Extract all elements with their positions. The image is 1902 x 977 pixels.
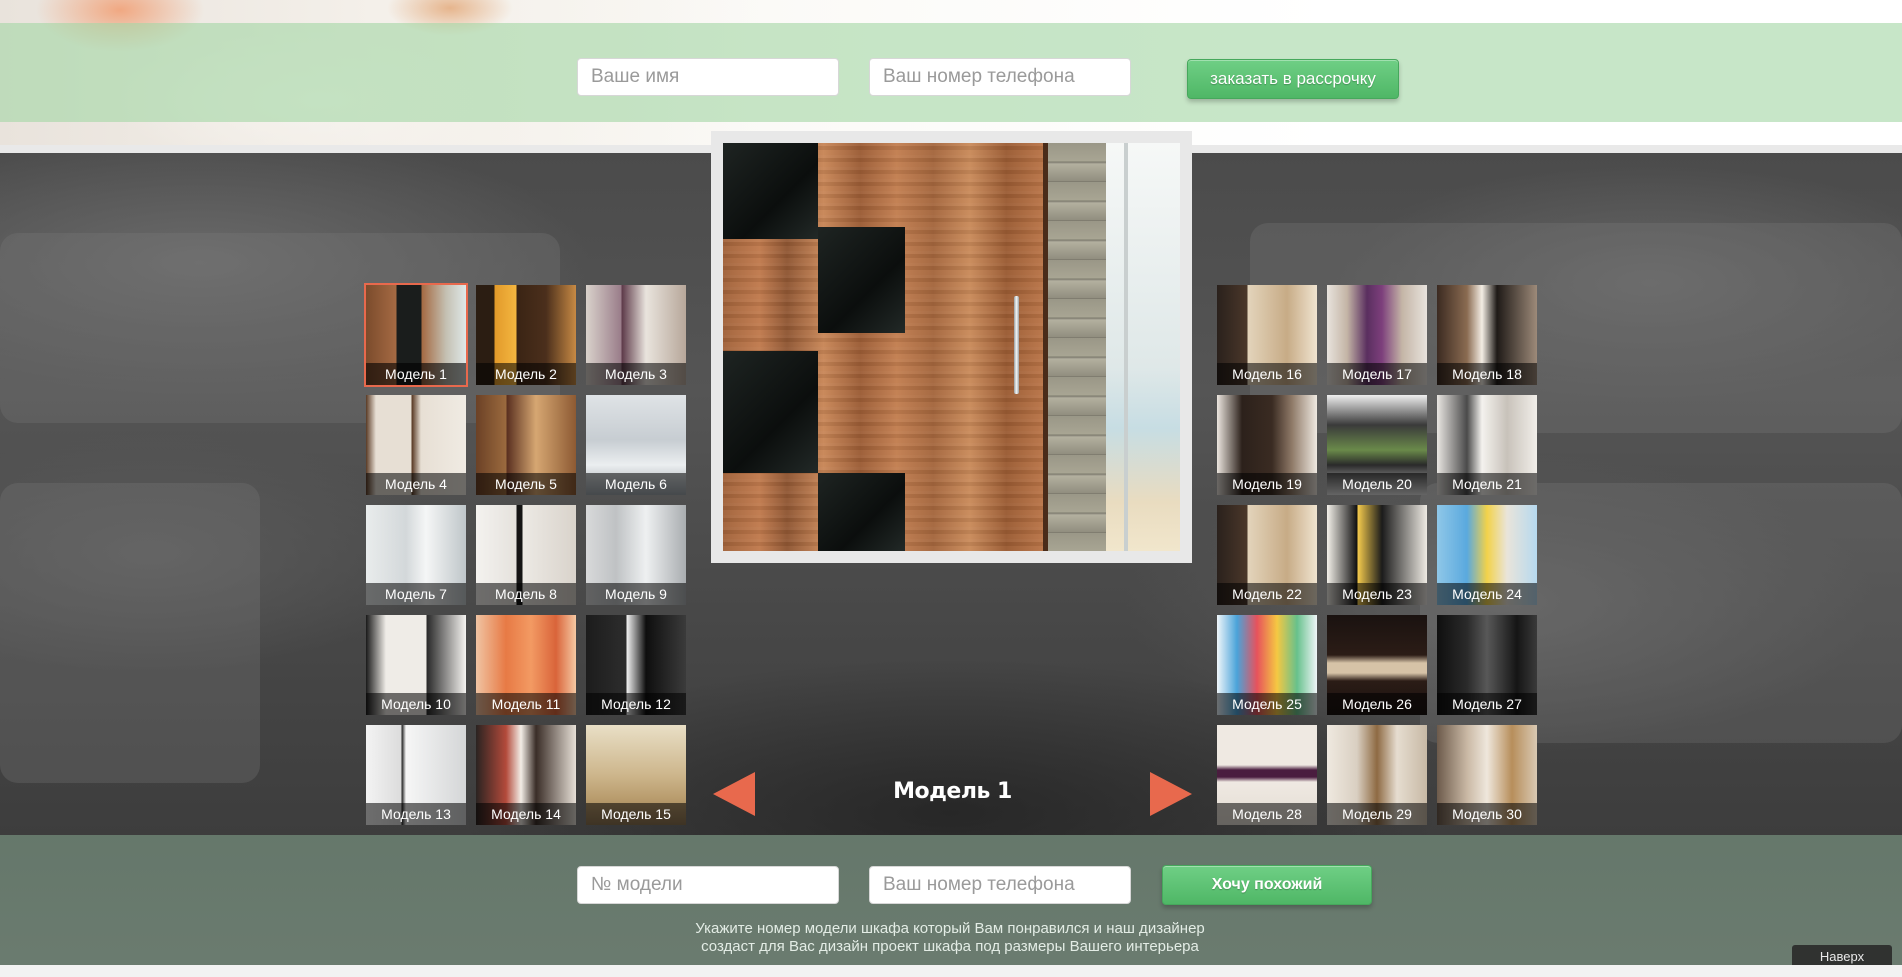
background-armrest (0, 483, 260, 783)
thumbnail-left-6[interactable]: Модель 6 (586, 395, 686, 495)
thumbnail-left-7[interactable]: Модель 7 (366, 505, 466, 605)
thumbnail-label: Модель 2 (476, 363, 576, 385)
thumbnail-right-5[interactable]: Модель 20 (1327, 395, 1427, 495)
current-model-caption: Модель 1 (893, 779, 1012, 804)
thumbnail-left-9[interactable]: Модель 9 (586, 505, 686, 605)
thumbnail-label: Модель 23 (1327, 583, 1427, 605)
thumbnail-label: Модель 20 (1327, 473, 1427, 495)
thumbnail-right-8[interactable]: Модель 23 (1327, 505, 1427, 605)
glass-panel (723, 143, 818, 239)
glass-panel (723, 351, 818, 473)
thumbnail-right-12[interactable]: Модель 27 (1437, 615, 1537, 715)
thumbnail-label: Модель 26 (1327, 693, 1427, 715)
thumbnail-label: Модель 27 (1437, 693, 1537, 715)
thumbnail-label: Модель 22 (1217, 583, 1317, 605)
previous-arrow-icon[interactable] (713, 772, 755, 816)
thumbnail-label: Модель 13 (366, 803, 466, 825)
thumbnail-right-10[interactable]: Модель 25 (1217, 615, 1317, 715)
want-similar-button[interactable]: Хочу похожий (1162, 865, 1372, 905)
thumbnail-left-3[interactable]: Модель 3 (586, 285, 686, 385)
model-number-input[interactable] (577, 866, 839, 904)
thumbnail-right-7[interactable]: Модель 22 (1217, 505, 1317, 605)
thumbnail-label: Модель 9 (586, 583, 686, 605)
thumbnail-label: Модель 11 (476, 693, 576, 715)
thumbnail-label: Модель 29 (1327, 803, 1427, 825)
thumbnail-right-4[interactable]: Модель 19 (1217, 395, 1317, 495)
thumbnail-left-4[interactable]: Модель 4 (366, 395, 466, 495)
thumbnail-right-1[interactable]: Модель 16 (1217, 285, 1317, 385)
thumbnail-label: Модель 8 (476, 583, 576, 605)
thumbnail-label: Модель 21 (1437, 473, 1537, 495)
thumbnail-left-1[interactable]: Модель 1 (364, 283, 468, 387)
thumbnail-right-3[interactable]: Модель 18 (1437, 285, 1537, 385)
thumbnail-left-2[interactable]: Модель 2 (476, 285, 576, 385)
thumbnail-label: Модель 3 (586, 363, 686, 385)
note-line-2: создаст для Вас дизайн проект шкафа под … (701, 938, 1199, 955)
thumbnail-label: Модель 1 (366, 363, 466, 385)
footer-strip (0, 965, 1902, 977)
thumbnail-left-12[interactable]: Модель 12 (586, 615, 686, 715)
main-image-viewer (711, 131, 1192, 563)
thumbnail-label: Модель 5 (476, 473, 576, 495)
glass-panel (818, 227, 905, 333)
thumbnail-label: Модель 16 (1217, 363, 1317, 385)
thumbnail-left-11[interactable]: Модель 11 (476, 615, 576, 715)
next-arrow-icon[interactable] (1150, 772, 1192, 816)
thumbnail-right-11[interactable]: Модель 26 (1327, 615, 1427, 715)
thumbnail-right-6[interactable]: Модель 21 (1437, 395, 1537, 495)
thumbnail-left-13[interactable]: Модель 13 (366, 725, 466, 825)
thumbnail-label: Модель 4 (366, 473, 466, 495)
thumbnail-label: Модель 24 (1437, 583, 1537, 605)
wardrobe-preview-image (723, 143, 1180, 551)
name-input[interactable] (577, 58, 839, 96)
thumbnail-label: Модель 6 (586, 473, 686, 495)
note-line-1: Укажите номер модели шкафа который Вам п… (695, 920, 1205, 937)
thumbnail-label: Модель 7 (366, 583, 466, 605)
thumbnail-left-8[interactable]: Модель 8 (476, 505, 576, 605)
door-handle (1014, 296, 1019, 394)
thumbnail-label: Модель 25 (1217, 693, 1317, 715)
thumbnail-right-14[interactable]: Модель 29 (1327, 725, 1427, 825)
thumbnail-label: Модель 19 (1217, 473, 1317, 495)
stone-wall (1048, 143, 1106, 551)
window (1106, 143, 1180, 551)
thumbnail-label: Модель 18 (1437, 363, 1537, 385)
thumbnail-left-10[interactable]: Модель 10 (366, 615, 466, 715)
thumbnail-label: Модель 14 (476, 803, 576, 825)
thumbnail-right-15[interactable]: Модель 30 (1437, 725, 1537, 825)
phone-input-bottom[interactable] (869, 866, 1131, 904)
thumbnail-left-5[interactable]: Модель 5 (476, 395, 576, 495)
thumbnail-left-15[interactable]: Модель 15 (586, 725, 686, 825)
thumbnail-label: Модель 12 (586, 693, 686, 715)
thumbnail-label: Модель 17 (1327, 363, 1427, 385)
thumbnail-left-14[interactable]: Модель 14 (476, 725, 576, 825)
thumbnail-label: Модель 15 (586, 803, 686, 825)
glass-panel (818, 473, 905, 551)
phone-input-top[interactable] (869, 58, 1131, 96)
request-note: Укажите номер модели шкафа который Вам п… (640, 920, 1260, 956)
thumbnail-right-9[interactable]: Модель 24 (1437, 505, 1537, 605)
thumbnail-label: Модель 10 (366, 693, 466, 715)
thumbnail-right-2[interactable]: Модель 17 (1327, 285, 1427, 385)
thumbnail-right-13[interactable]: Модель 28 (1217, 725, 1317, 825)
installment-order-button[interactable]: заказать в рассрочку (1187, 59, 1399, 99)
thumbnail-label: Модель 30 (1437, 803, 1537, 825)
thumbnail-label: Модель 28 (1217, 803, 1317, 825)
